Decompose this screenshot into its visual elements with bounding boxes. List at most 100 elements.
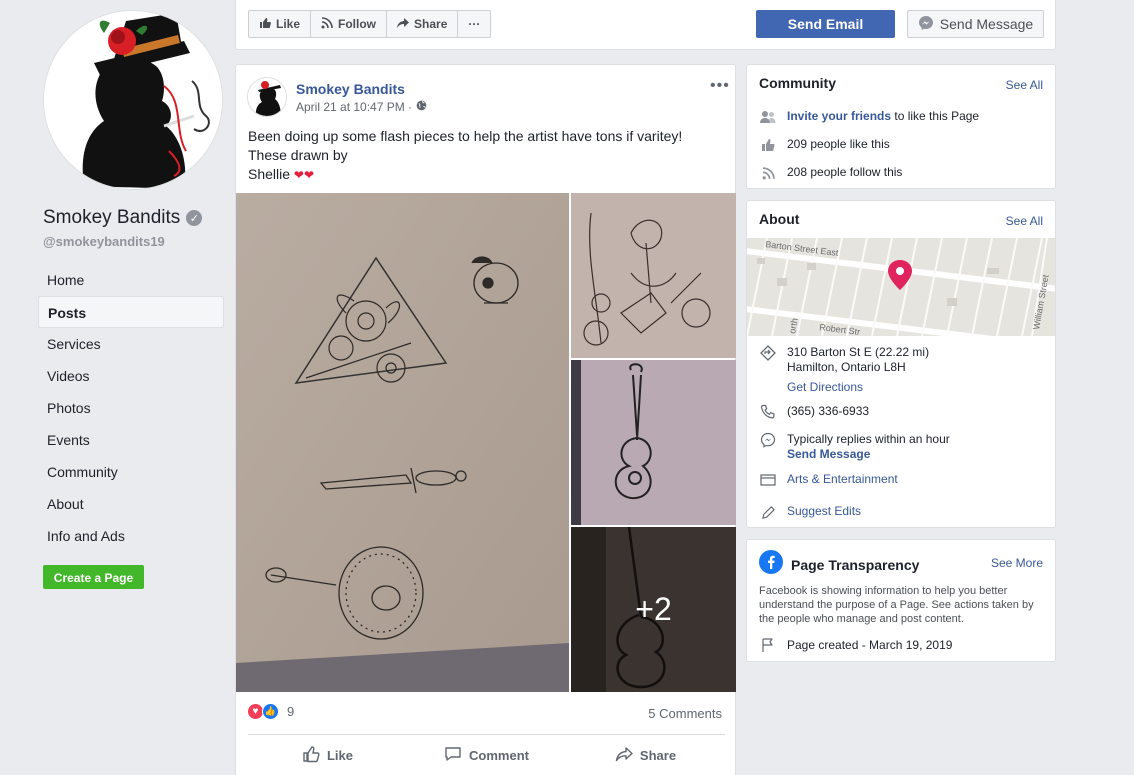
divider <box>248 734 725 735</box>
post-like-label: Like <box>326 747 353 763</box>
share-arrow-icon <box>615 745 633 766</box>
transparency-title: Page Transparency <box>791 556 920 573</box>
facebook-logo-icon <box>759 550 783 579</box>
nav-item-videos[interactable]: Videos <box>38 360 224 392</box>
more-options-button[interactable]: ··· <box>458 11 490 37</box>
community-see-all-link[interactable]: See All <box>1006 78 1043 92</box>
page-profile-picture[interactable] <box>43 10 223 190</box>
about-card: About See All Barton Street East Robert … <box>746 200 1056 528</box>
reaction-summary[interactable]: ♥ 👍 9 <box>247 703 294 720</box>
invite-friends-link[interactable]: Invite your friends <box>787 109 891 123</box>
transparency-see-more-link[interactable]: See More <box>991 556 1043 570</box>
post-photo-thumbnail[interactable]: +2 <box>571 527 736 692</box>
flag-icon <box>759 637 777 653</box>
send-email-button[interactable]: Send Email <box>756 10 895 38</box>
follows-count-text: 208 people follow this <box>787 165 903 179</box>
nav-item-events[interactable]: Events <box>38 424 224 456</box>
comment-icon <box>444 745 462 766</box>
nav-item-info-ads[interactable]: Info and Ads <box>38 520 224 552</box>
post-text-line: Shellie ❤❤ <box>248 165 718 185</box>
post-text-line: Been doing up some flash pieces to help … <box>248 128 683 144</box>
post-share-button[interactable]: Share <box>566 737 725 773</box>
post-photo-thumbnail[interactable] <box>571 360 736 525</box>
nav-item-photos[interactable]: Photos <box>38 392 224 424</box>
invite-text: Invite your friends to like this Page <box>787 109 979 124</box>
like-page-button[interactable]: Like <box>249 11 312 37</box>
post-time-text[interactable]: April 21 at 10:47 PM · <box>296 100 412 114</box>
transparency-description: Facebook is showing information to help … <box>759 585 1034 625</box>
people-icon <box>759 109 777 125</box>
location-diamond-icon <box>759 345 777 361</box>
create-page-button[interactable]: Create a Page <box>43 565 144 589</box>
address-block: 310 Barton St E (22.22 mi) Hamilton, Ont… <box>787 345 929 395</box>
about-send-message-link[interactable]: Send Message <box>787 447 950 462</box>
messenger-row: Typically replies within an hour Send Me… <box>759 432 950 462</box>
post-comment-label: Comment <box>469 747 529 763</box>
post-author-name[interactable]: Smokey Bandits <box>296 81 405 97</box>
nav-item-home[interactable]: Home <box>38 264 224 296</box>
category-row: Arts & Entertainment <box>759 472 898 488</box>
thumbs-up-icon <box>302 745 320 766</box>
address-line2: Hamilton, Ontario L8H <box>787 360 906 374</box>
send-message-label: Send Message <box>939 16 1034 32</box>
post-like-button[interactable]: Like <box>248 737 407 773</box>
about-see-all-link[interactable]: See All <box>1006 214 1043 228</box>
post-author-avatar[interactable] <box>247 77 287 117</box>
thumbs-up-icon <box>759 137 777 153</box>
comments-count-link[interactable]: 5 Comments <box>648 706 722 721</box>
follow-button[interactable]: Follow <box>311 11 388 37</box>
heart-emoji-icon: ❤ <box>303 168 315 182</box>
like-reaction-icon: 👍 <box>262 703 279 720</box>
page-action-bar: Like Follow Share ··· Send Email Send Me… <box>235 0 1056 50</box>
post-text-name: Shellie <box>248 166 291 182</box>
phone-row: (365) 336-6933 <box>759 404 869 420</box>
category-folder-icon <box>759 472 777 488</box>
likes-count-text: 209 people like this <box>787 137 890 151</box>
page-handle[interactable]: @smokeybandits19 <box>43 234 165 249</box>
messenger-icon <box>759 432 777 448</box>
post-photo-thumbnail[interactable] <box>571 193 736 358</box>
phone-number[interactable]: (365) 336-6933 <box>787 404 869 419</box>
post-action-bar: Like Comment Share <box>248 737 725 773</box>
post-options-button[interactable]: ••• <box>710 77 730 95</box>
about-title: About <box>759 211 800 227</box>
get-directions-link[interactable]: Get Directions <box>787 380 929 395</box>
page-transparency-card: Page Transparency See More Facebook is s… <box>746 539 1056 662</box>
messenger-icon <box>918 15 934 34</box>
category-link[interactable]: Arts & Entertainment <box>787 472 898 487</box>
follows-row: 208 people follow this <box>759 165 902 181</box>
page-created-row: Page created - March 19, 2019 <box>759 637 952 653</box>
globe-icon <box>416 100 427 114</box>
post-text-line: These drawn by <box>248 147 348 163</box>
share-arrow-icon <box>397 17 410 32</box>
nav-item-community[interactable]: Community <box>38 456 224 488</box>
share-page-button[interactable]: Share <box>387 11 459 37</box>
nav-item-about[interactable]: About <box>38 488 224 520</box>
post-comment-button[interactable]: Comment <box>407 737 566 773</box>
transparency-header: Page Transparency <box>759 550 919 579</box>
address-row: 310 Barton St E (22.22 mi) Hamilton, Ont… <box>759 345 929 395</box>
more-photos-overlay[interactable]: +2 <box>571 527 736 692</box>
nav-item-services[interactable]: Services <box>38 328 224 360</box>
post-timestamp: April 21 at 10:47 PM · <box>296 100 427 114</box>
reaction-count: 9 <box>287 704 295 719</box>
send-message-button[interactable]: Send Message <box>907 10 1044 38</box>
community-card: Community See All Invite your friends to… <box>746 64 1056 189</box>
address-line1: 310 Barton St E (22.22 mi) <box>787 345 930 359</box>
phone-icon <box>759 404 777 420</box>
location-map[interactable]: Barton Street East Robert Str orth Willi… <box>747 238 1055 336</box>
community-title: Community <box>759 75 836 91</box>
page-nav: Home Posts Services Videos Photos Events… <box>38 264 224 552</box>
page-title: Smokey Bandits ✓ <box>43 207 203 229</box>
suggest-edits-link[interactable]: Suggest Edits <box>787 504 861 519</box>
like-label: Like <box>276 17 301 31</box>
check-badge-icon: ✓ <box>186 210 203 226</box>
share-label: Share <box>414 17 448 31</box>
reply-time-text: Typically replies within an hour <box>787 432 950 446</box>
likes-row: 209 people like this <box>759 137 890 153</box>
page-action-group: Like Follow Share ··· <box>248 10 492 38</box>
page-created-text: Page created - March 19, 2019 <box>787 637 953 652</box>
post-photo-main[interactable] <box>236 193 569 692</box>
follow-label: Follow <box>338 17 377 31</box>
nav-item-posts[interactable]: Posts <box>38 296 224 328</box>
